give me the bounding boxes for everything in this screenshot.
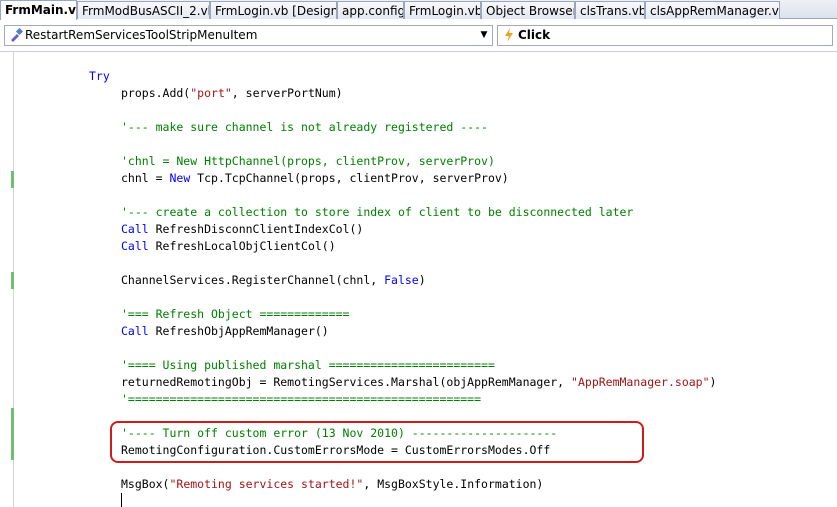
- code-line: Try: [89, 69, 110, 83]
- tab-label: FrmMain.vb: [5, 3, 77, 17]
- code-comment: '--- create a collection to store index …: [121, 205, 634, 219]
- event-dropdown[interactable]: Click: [497, 25, 833, 46]
- code-line: Call RefreshObjAppRemManager(): [121, 324, 329, 338]
- code-line: Call RefreshLocalObjClientCol(): [121, 239, 336, 253]
- code-line: ChannelServices.RegisterChannel(chnl, Fa…: [121, 273, 426, 287]
- document-tab-strip: FrmMain.vb FrmModBusASCII_2.vb FrmLogin.…: [0, 0, 837, 20]
- text-caret: [121, 493, 122, 507]
- tab-frmlogin-vb[interactable]: FrmLogin.vb: [404, 1, 481, 19]
- chevron-down-icon[interactable]: ▼: [479, 26, 489, 45]
- tab-label: FrmLogin.vb [Design]: [215, 4, 337, 18]
- code-line: chnl = New Tcp.TcpChannel(props, clientP…: [121, 171, 509, 185]
- code-line: MsgBox("Remoting services started!", Msg…: [121, 477, 544, 491]
- object-dropdown[interactable]: RestartRemServicesToolStripMenuItem ▼: [4, 25, 493, 46]
- object-dropdown-value: RestartRemServicesToolStripMenuItem: [25, 28, 258, 42]
- tab-frmlogin-design[interactable]: FrmLogin.vb [Design]: [210, 1, 337, 19]
- code-comment: '=======================================…: [121, 392, 482, 406]
- tab-clstrans-vb[interactable]: clsTrans.vb: [575, 1, 645, 19]
- tab-label: FrmLogin.vb: [409, 4, 481, 18]
- tab-frmmain-vb[interactable]: FrmMain.vb: [0, 0, 77, 20]
- code-comment: '=== Refresh Object =============: [121, 307, 350, 321]
- code-navigation-bar: RestartRemServicesToolStripMenuItem ▼ Cl…: [0, 19, 837, 52]
- tab-label: Object Browser: [486, 4, 575, 18]
- code-comment: '==== Using published marshal ==========…: [121, 358, 495, 372]
- change-bar: [11, 171, 14, 188]
- tab-clsappremmanager-vb[interactable]: clsAppRemManager.vb: [645, 1, 780, 19]
- tab-app-config[interactable]: app.config: [337, 1, 404, 19]
- tab-object-browser[interactable]: Object Browser: [481, 1, 575, 19]
- member-icon: [9, 27, 24, 42]
- code-comment: '--- make sure channel is not already re…: [121, 120, 488, 134]
- tab-label: FrmModBusASCII_2.vb: [82, 4, 210, 18]
- tab-label: clsAppRemManager.vb: [650, 4, 780, 18]
- code-editor[interactable]: Try props.Add("port", serverPortNum) '--…: [0, 52, 837, 507]
- tab-frmmodbusascii-2-vb[interactable]: FrmModBusASCII_2.vb: [77, 1, 210, 19]
- change-bar: [11, 408, 14, 460]
- code-line: returnedRemotingObj = RemotingServices.M…: [121, 375, 717, 389]
- code-line: Call RefreshDisconnClientIndexCol(): [121, 222, 364, 236]
- tab-label: clsTrans.vb: [580, 4, 645, 18]
- red-highlight-box: [110, 421, 644, 463]
- code-line: props.Add("port", serverPortNum): [121, 86, 343, 100]
- change-bar: [11, 272, 14, 289]
- event-dropdown-value: Click: [518, 28, 551, 42]
- code-comment: 'chnl = New HttpChannel(props, clientPro…: [121, 154, 495, 168]
- tab-label: app.config: [342, 4, 404, 18]
- lightning-event-icon: [502, 28, 516, 42]
